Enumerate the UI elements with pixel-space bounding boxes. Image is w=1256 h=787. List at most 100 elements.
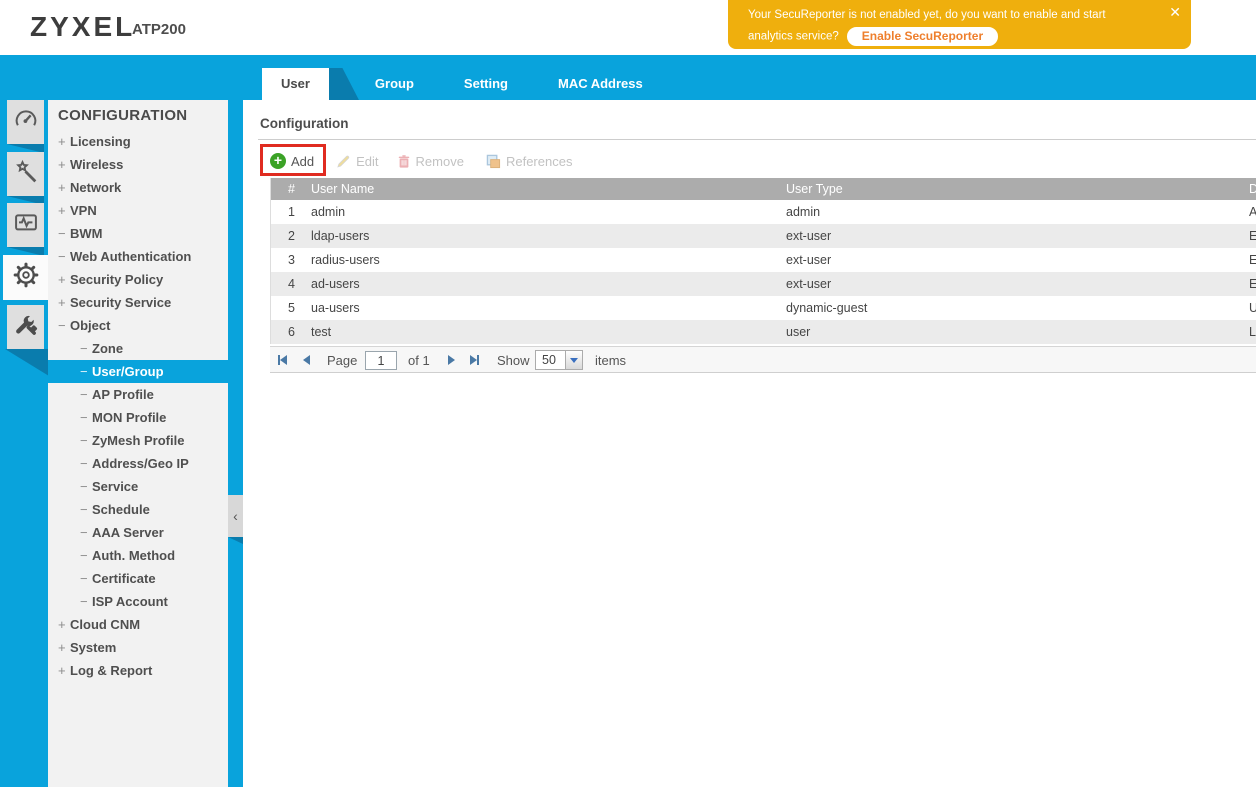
sidebar-item-zymesh-profile[interactable]: −ZyMesh Profile — [48, 429, 228, 452]
previous-page-button[interactable] — [303, 353, 310, 367]
wizard-icon — [12, 158, 40, 191]
chevron-left-icon: ‹ — [233, 508, 238, 524]
edit-button[interactable]: Edit — [336, 154, 378, 169]
sidebar-item-label: Security Policy — [70, 272, 163, 287]
collapse-minus-icon: − — [80, 452, 92, 475]
sidebar-item-vpn[interactable]: +VPN — [48, 199, 228, 222]
sidebar-item-label: Network — [70, 180, 121, 195]
cell-user-type: dynamic-guest — [786, 296, 867, 320]
add-button[interactable]: + Add — [270, 153, 314, 169]
maintenance-rail-button[interactable] — [7, 305, 44, 349]
sidebar-item-label: Log & Report — [70, 663, 152, 678]
references-button[interactable]: References — [486, 154, 572, 169]
collapse-minus-icon: − — [58, 222, 70, 245]
sidebar-item-log-report[interactable]: +Log & Report — [48, 659, 228, 682]
expand-plus-icon: + — [58, 268, 70, 291]
sidebar-item-aaa-server[interactable]: −AAA Server — [48, 521, 228, 544]
sidebar-item-isp-account[interactable]: −ISP Account — [48, 590, 228, 613]
page-title: Configuration — [260, 116, 348, 131]
sidebar-item-auth-method[interactable]: −Auth. Method — [48, 544, 228, 567]
first-page-button[interactable] — [278, 353, 287, 367]
cell-description-truncated: E — [1249, 248, 1256, 272]
cell-user-type: user — [786, 320, 810, 344]
securereporter-banner: Your SecuReporter is not enabled yet, do… — [728, 0, 1191, 49]
first-page-icon — [280, 355, 287, 365]
sidebar-item-zone[interactable]: −Zone — [48, 337, 228, 360]
page-of-label: of 1 — [408, 347, 430, 374]
zyxel-atp200-screen: ZYXEL ATP200 Your SecuReporter is not en… — [0, 0, 1256, 787]
sidebar-collapse-handle[interactable]: ‹ — [228, 495, 243, 537]
collapse-minus-icon: − — [80, 475, 92, 498]
table-row[interactable]: 1adminadminA — [271, 200, 1256, 224]
sidebar-item-certificate[interactable]: −Certificate — [48, 567, 228, 590]
sidebar-item-object[interactable]: −Object — [48, 314, 228, 337]
cell-user-name: admin — [311, 200, 345, 224]
sidebar-item-label: Zone — [92, 341, 123, 356]
sidebar-item-security-service[interactable]: +Security Service — [48, 291, 228, 314]
tab-user[interactable]: User — [262, 68, 329, 100]
cell-user-name: ldap-users — [311, 224, 369, 248]
banner-close-icon[interactable]: ✕ — [1169, 4, 1181, 21]
sidebar-item-network[interactable]: +Network — [48, 176, 228, 199]
wizard-rail-button[interactable] — [7, 152, 44, 196]
collapse-minus-icon: − — [80, 360, 92, 383]
sidebar-item-wireless[interactable]: +Wireless — [48, 153, 228, 176]
dashboard-rail-button[interactable] — [7, 100, 44, 144]
sidebar-item-label: Address/Geo IP — [92, 456, 189, 471]
cell-description-truncated: U — [1249, 296, 1256, 320]
items-label: items — [595, 347, 626, 374]
table-row[interactable]: 3radius-usersext-userE — [271, 248, 1256, 272]
sidebar-item-service[interactable]: −Service — [48, 475, 228, 498]
sidebar-item-label: ISP Account — [92, 594, 168, 609]
expand-plus-icon: + — [58, 130, 70, 153]
cell-description-truncated: E — [1249, 272, 1256, 296]
device-model-label: ATP200 — [132, 21, 186, 38]
enable-securereporter-button[interactable]: Enable SecuReporter — [847, 27, 998, 46]
tab-group[interactable]: Group — [363, 68, 426, 100]
sidebar-item-label: Service — [92, 479, 138, 494]
cell-number: 4 — [275, 272, 295, 296]
dashboard-icon — [12, 106, 40, 139]
table-header-row: # User Name User Type D — [271, 178, 1256, 200]
sidebar-item-label: User/Group — [92, 364, 164, 379]
sidebar-item-bwm[interactable]: −BWM — [48, 222, 228, 245]
table-row[interactable]: 2ldap-usersext-userE — [271, 224, 1256, 248]
select-dropdown-button[interactable] — [565, 351, 582, 369]
remove-button[interactable]: Remove — [397, 154, 464, 169]
sidebar-item-label: Schedule — [92, 502, 150, 517]
sidebar-item-security-policy[interactable]: +Security Policy — [48, 268, 228, 291]
cell-user-type: admin — [786, 200, 820, 224]
sidebar-item-label: System — [70, 640, 116, 655]
page-number-input[interactable] — [365, 351, 397, 370]
sidebar-item-web-authentication[interactable]: −Web Authentication — [48, 245, 228, 268]
tab-mac-address[interactable]: MAC Address — [546, 68, 655, 100]
sidebar-item-ap-profile[interactable]: −AP Profile — [48, 383, 228, 406]
table-pagination-bar: Page of 1 Show 50 items — [270, 346, 1256, 373]
sidebar-item-label: MON Profile — [92, 410, 166, 425]
sidebar-item-user-group[interactable]: −User/Group — [48, 360, 228, 383]
table-row[interactable]: 5ua-usersdynamic-guestU — [271, 296, 1256, 320]
sidebar-item-label: Licensing — [70, 134, 131, 149]
monitor-rail-button[interactable] — [7, 203, 44, 247]
tab-setting[interactable]: Setting — [452, 68, 520, 100]
table-row[interactable]: 6testuserL — [271, 320, 1256, 344]
expand-plus-icon: + — [58, 199, 70, 222]
configuration-rail-button[interactable] — [3, 255, 48, 300]
sidebar-item-cloud-cnm[interactable]: +Cloud CNM — [48, 613, 228, 636]
last-page-button[interactable] — [470, 353, 479, 367]
collapse-minus-icon: − — [80, 406, 92, 429]
sidebar-item-label: AP Profile — [92, 387, 154, 402]
sidebar-item-address-geo-ip[interactable]: −Address/Geo IP — [48, 452, 228, 475]
sidebar-item-system[interactable]: +System — [48, 636, 228, 659]
chevron-down-icon — [570, 358, 578, 363]
sidebar-item-licensing[interactable]: +Licensing — [48, 130, 228, 153]
collapse-minus-icon: − — [80, 544, 92, 567]
sidebar-item-mon-profile[interactable]: −MON Profile — [48, 406, 228, 429]
sidebar-item-schedule[interactable]: −Schedule — [48, 498, 228, 521]
items-per-page-select[interactable]: 50 — [535, 350, 583, 370]
next-page-button[interactable] — [448, 353, 455, 367]
collapse-minus-icon: − — [80, 590, 92, 613]
table-row[interactable]: 4ad-usersext-userE — [271, 272, 1256, 296]
menu-section-title: CONFIGURATION — [58, 107, 187, 124]
tab-label: User — [281, 76, 310, 91]
